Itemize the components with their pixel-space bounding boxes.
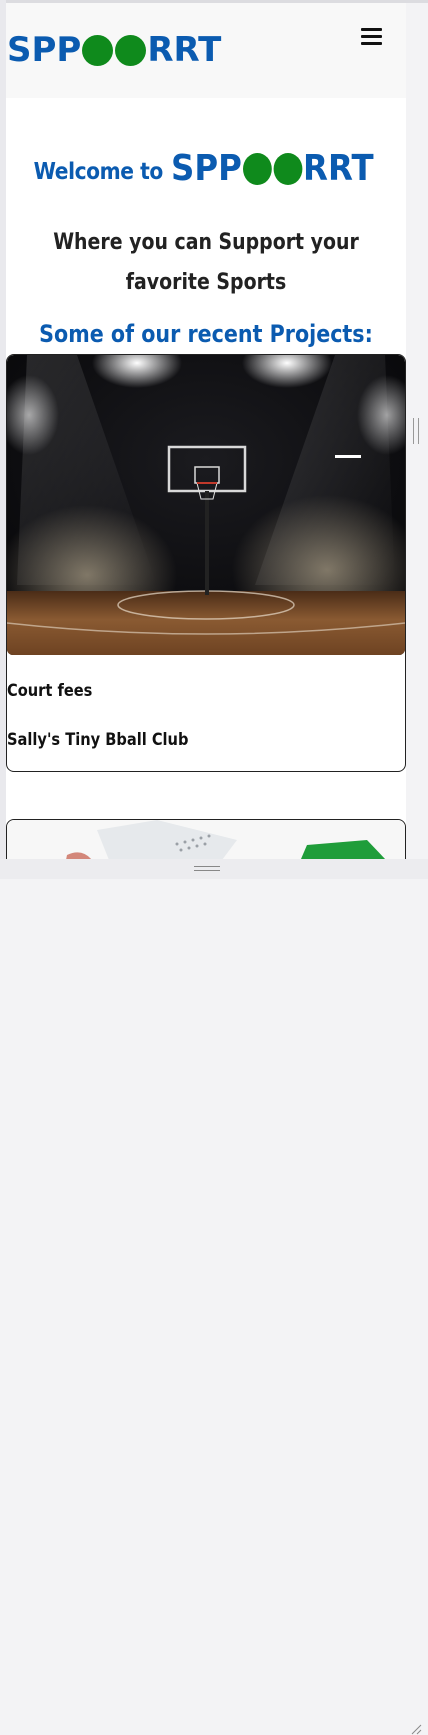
basketball-court-photo xyxy=(7,355,405,655)
project-card[interactable] xyxy=(6,819,406,859)
brand-suffix: RRT xyxy=(147,30,222,70)
projects-heading: Some of our recent Projects: xyxy=(39,319,373,348)
bottom-resize-bar[interactable] xyxy=(0,859,428,1735)
project-title: Court fees xyxy=(7,681,93,701)
page-viewport: SPP RRT Welcome to SPP RRT Where you can… xyxy=(6,3,406,859)
project-club-name: Sally's Tiny Bball Club xyxy=(7,730,189,750)
resize-corner-icon[interactable] xyxy=(410,1723,422,1735)
project-card[interactable]: Court fees Sally's Tiny Bball Club xyxy=(6,354,406,772)
grip-line xyxy=(194,866,220,867)
hamburger-menu-icon[interactable] xyxy=(360,26,384,48)
tagline: Where you can Support your favorite Spor… xyxy=(53,230,359,295)
ball-icon xyxy=(273,152,303,185)
scrollbar-handle[interactable] xyxy=(413,418,419,444)
brand-prefix: SPP xyxy=(170,148,242,190)
brand-logo[interactable]: SPP RRT xyxy=(7,29,221,71)
brand-prefix: SPP xyxy=(7,30,82,70)
ball-icon xyxy=(82,34,114,66)
brand-suffix: RRT xyxy=(302,148,374,190)
sports-equipment-photo xyxy=(7,820,405,859)
ball-icon xyxy=(115,34,147,66)
navbar: SPP RRT xyxy=(6,3,406,98)
welcome-heading: Welcome to SPP RRT xyxy=(6,148,406,189)
ball-icon xyxy=(242,152,272,185)
welcome-brand: SPP RRT xyxy=(171,148,374,189)
grip-line xyxy=(194,870,220,871)
welcome-text: Welcome to xyxy=(33,159,164,186)
